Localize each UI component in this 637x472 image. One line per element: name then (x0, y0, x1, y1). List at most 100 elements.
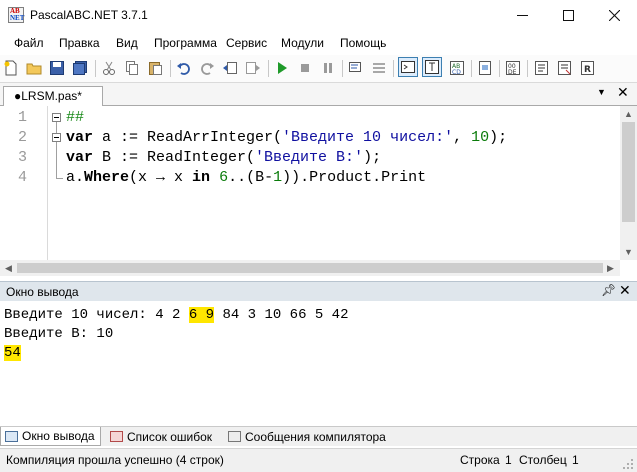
paste-button[interactable] (146, 59, 164, 77)
save-icon (50, 61, 64, 75)
navigate-forward-button[interactable] (244, 59, 262, 77)
cut-button[interactable] (100, 59, 118, 77)
comment-button[interactable] (533, 59, 551, 77)
stop-icon (301, 64, 309, 72)
fold-guide (56, 122, 57, 178)
code-keyword: in (192, 169, 211, 186)
redo-button[interactable] (198, 59, 216, 77)
maximize-button[interactable] (545, 0, 591, 31)
tab-close-icon[interactable]: ✕ (617, 84, 629, 101)
editor-vertical-scroll-thumb[interactable] (622, 122, 635, 222)
new-file-button[interactable] (2, 59, 20, 77)
step-over-button[interactable] (347, 59, 365, 77)
navigate-back-button[interactable] (221, 59, 239, 77)
console-toggle-button[interactable] (398, 57, 418, 77)
minimize-icon (516, 15, 528, 16)
code-text: , (453, 129, 472, 146)
tab-output-window[interactable]: Окно вывода (0, 427, 101, 446)
line-number: 2 (18, 129, 28, 146)
output-text: 84 3 10 66 5 42 (214, 307, 349, 323)
fold-toggle-icon[interactable] (52, 113, 61, 122)
scroll-left-icon[interactable]: ◀ (5, 263, 12, 274)
output-window-icon (5, 430, 18, 442)
maximize-icon (562, 10, 574, 21)
tab-list-dropdown-icon[interactable]: ▼ (597, 87, 606, 97)
status-col-value: 1 (572, 453, 579, 467)
line-number: 1 (18, 109, 28, 126)
minimize-button[interactable] (499, 0, 545, 31)
status-row-label: Строка (460, 453, 500, 467)
code-template-button[interactable]: AB CD (448, 59, 466, 77)
tab-lrsm-pas[interactable]: ●LRSM.pas* (3, 86, 103, 106)
code-completion-button[interactable]: 00 DE (504, 59, 522, 77)
code-keyword: var (66, 129, 94, 146)
editor-horizontal-scroll-thumb[interactable] (17, 263, 603, 273)
text-format-icon (425, 60, 439, 74)
menu-program[interactable]: Программа (154, 36, 217, 50)
code-line-3[interactable]: var B := ReadInteger('Введите B:'); (66, 149, 381, 166)
text-format-toggle-button[interactable] (422, 57, 442, 77)
step-over-icon (349, 62, 361, 72)
code-line-1[interactable]: ## (66, 109, 84, 126)
undo-icon (177, 63, 190, 75)
gutter-divider (47, 106, 48, 260)
fold-toggle-icon[interactable] (52, 133, 61, 142)
close-window-button[interactable] (591, 0, 637, 31)
tab-label: ●LRSM.pas* (14, 89, 82, 103)
bottom-panel-tabs: Окно вывода Список ошибок Сообщения комп… (0, 426, 637, 446)
tab-compiler-messages[interactable]: Сообщения компилятора (224, 427, 394, 446)
scroll-right-icon[interactable]: ▶ (607, 263, 614, 274)
code-number: 6 (219, 169, 229, 186)
error-list-icon (110, 431, 123, 442)
tab-label: Сообщения компилятора (245, 429, 386, 444)
cut-icon (103, 61, 115, 75)
scroll-up-icon[interactable]: ▲ (624, 109, 633, 119)
menu-help[interactable]: Помощь (340, 36, 386, 50)
status-bar: Компиляция прошла успешно (4 строк) Стро… (0, 448, 637, 472)
menu-edit[interactable]: Правка (59, 36, 100, 50)
menu-file[interactable]: Файл (14, 36, 44, 50)
open-folder-icon (26, 63, 42, 75)
run-icon (278, 62, 287, 74)
compiler-messages-icon (228, 431, 241, 442)
menu-view[interactable]: Вид (116, 36, 138, 50)
menu-service[interactable]: Сервис (226, 36, 267, 50)
run-button[interactable] (273, 59, 291, 77)
copy-button[interactable] (123, 59, 141, 77)
pin-icon[interactable]: 📌︎ (601, 283, 616, 297)
tab-error-list[interactable]: Список ошибок (106, 427, 222, 446)
undo-button[interactable] (175, 59, 193, 77)
uncomment-button[interactable] (556, 59, 574, 77)
save-all-button[interactable] (71, 59, 89, 77)
pause-button[interactable] (319, 59, 337, 77)
code-text: a. (66, 169, 85, 186)
scroll-down-icon[interactable]: ▼ (624, 247, 633, 257)
code-text: (x → x (129, 169, 193, 186)
code-comment: ## (66, 109, 85, 126)
form-designer-button[interactable] (476, 59, 494, 77)
open-button[interactable] (25, 59, 43, 77)
output-line-2: Введите B: 10 (4, 326, 114, 342)
close-panel-icon[interactable]: ✕ (619, 282, 631, 299)
code-line-2[interactable]: var a := ReadArrInteger('Введите 10 чисе… (66, 129, 507, 146)
stop-button[interactable] (296, 59, 314, 77)
code-text: ); (489, 129, 508, 146)
navigate-forward-icon (246, 62, 260, 74)
output-text-area[interactable]: Введите 10 чисел: 4 2 6 9 84 3 10 66 5 4… (0, 301, 637, 426)
output-line-3: 54 (4, 345, 21, 361)
code-text: a := ReadArrInteger( (93, 129, 283, 146)
pause-icon (324, 63, 332, 73)
format-code-button[interactable]: R (579, 59, 597, 77)
menu-modules[interactable]: Модули (281, 36, 324, 50)
svg-text:R: R (584, 65, 591, 75)
step-into-button[interactable] (370, 59, 388, 77)
tab-label: Окно вывода (22, 429, 95, 443)
svg-text:CD: CD (452, 69, 461, 76)
toolbar: AB CD 00 DE R (0, 55, 637, 83)
line-number: 4 (18, 169, 28, 186)
code-line-4[interactable]: a.Where(x → x in 6..(B-1)).Product.Print (66, 169, 426, 186)
save-button[interactable] (48, 59, 66, 77)
form-designer-icon (479, 61, 491, 75)
resize-grip-icon[interactable] (622, 458, 634, 470)
redo-icon (201, 63, 214, 75)
